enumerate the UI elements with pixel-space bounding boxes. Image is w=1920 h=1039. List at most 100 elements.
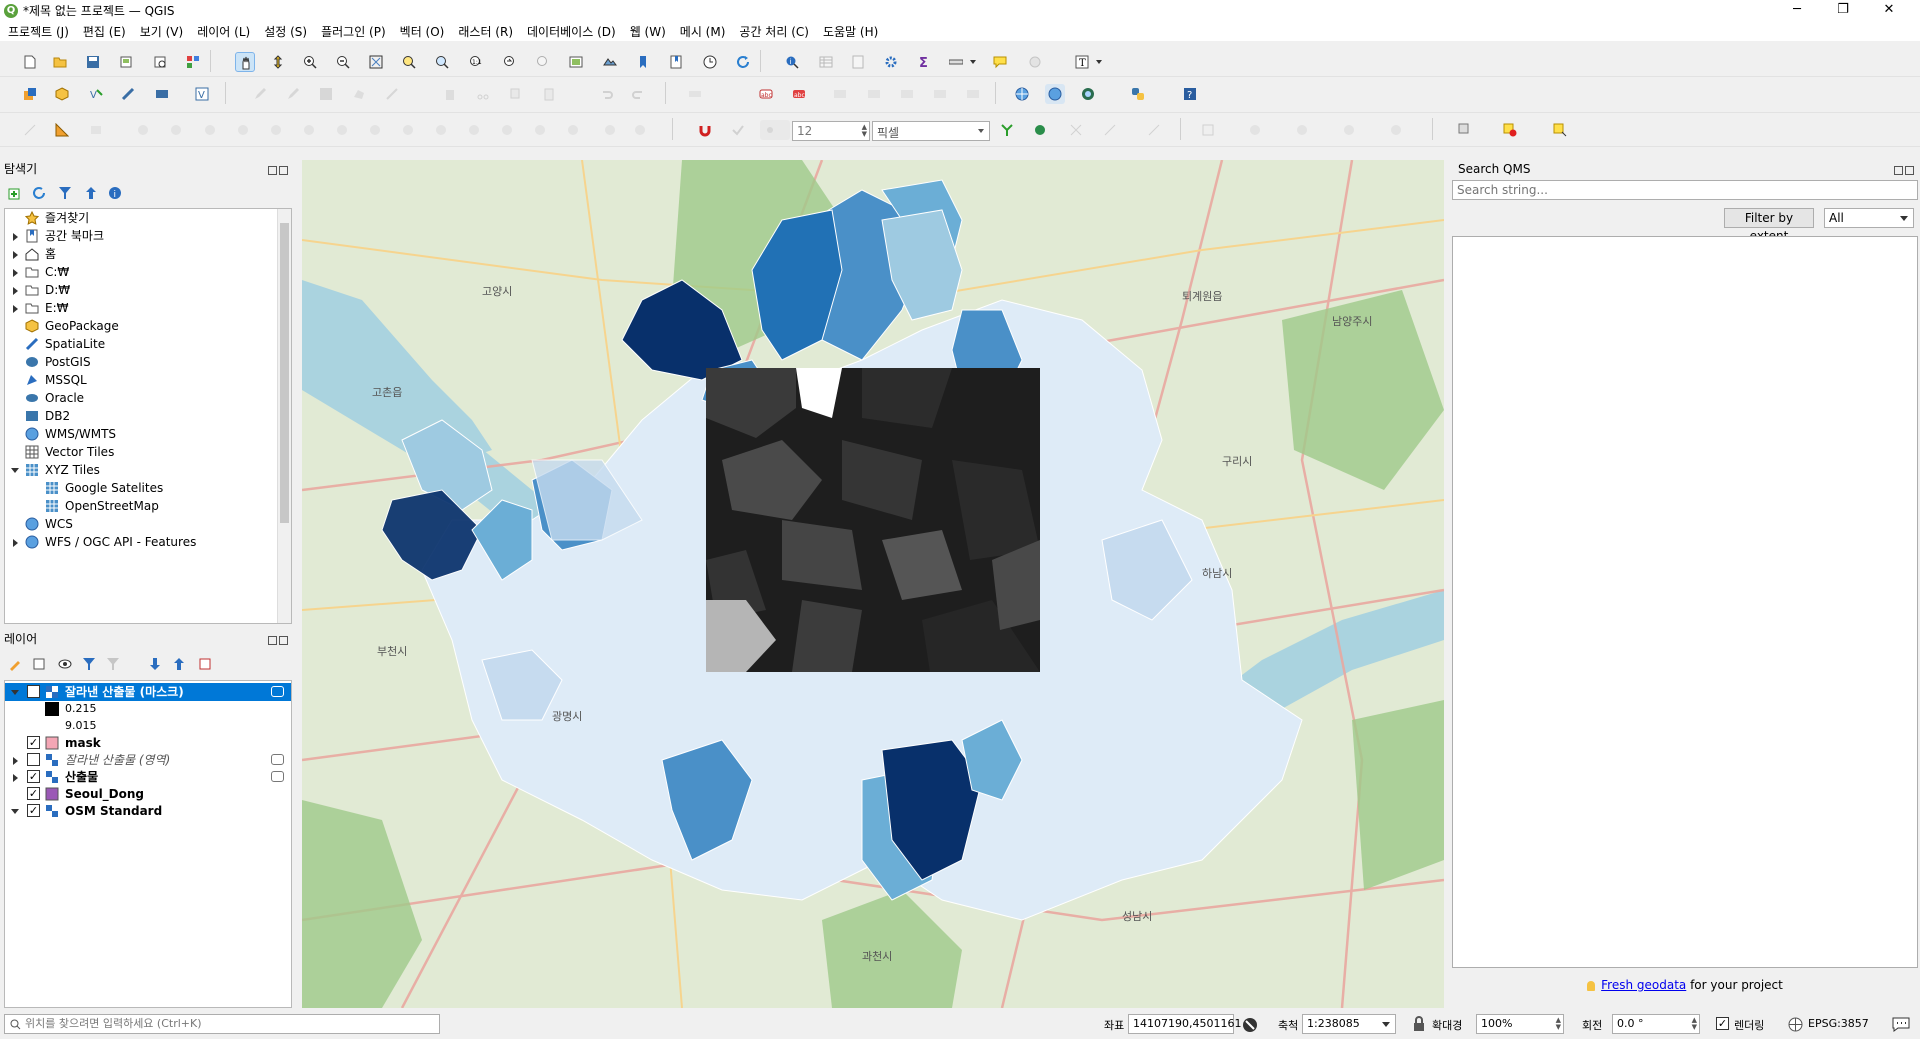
collapse-arrow-icon[interactable]	[11, 468, 19, 473]
pan-tool-button[interactable]	[235, 52, 255, 72]
layer-diagram-button[interactable]: abc	[789, 84, 809, 104]
layer-indicator-icon[interactable]	[271, 771, 284, 782]
zoom-full-button[interactable]	[366, 52, 386, 72]
undo-button[interactable]	[596, 84, 616, 104]
python-console-button[interactable]	[1128, 84, 1148, 104]
layer-visibility-checkbox[interactable]: ✓	[27, 770, 40, 783]
select-all-button[interactable]	[1386, 120, 1420, 140]
reshape-button[interactable]	[398, 120, 418, 140]
show-hide-labels-button[interactable]	[864, 84, 884, 104]
menu-settings[interactable]: 설정 (S)	[264, 23, 307, 40]
expand-arrow-icon[interactable]	[13, 305, 18, 313]
collapse-arrow-icon[interactable]	[11, 809, 19, 814]
browser-item[interactable]: DB2	[5, 407, 277, 425]
text-annotation-button[interactable]: T	[1072, 52, 1106, 72]
pan-to-selection-button[interactable]	[268, 52, 288, 72]
menu-help[interactable]: 도움말 (H)	[823, 23, 878, 40]
field-calculator-button[interactable]	[848, 52, 868, 72]
data-source-manager-button[interactable]	[20, 84, 40, 104]
scale-field[interactable]: 1:238085	[1302, 1014, 1396, 1034]
rotate-feature-button[interactable]	[166, 120, 186, 140]
browser-item[interactable]: WCS	[5, 515, 277, 533]
snapping-type-button[interactable]	[728, 120, 756, 140]
menu-mesh[interactable]: 메시 (M)	[680, 23, 726, 40]
select-location-button[interactable]	[1339, 120, 1373, 140]
layer-indicator-icon[interactable]	[271, 754, 284, 765]
delete-part-button[interactable]	[365, 120, 385, 140]
select-by-rectangle-button[interactable]	[1198, 120, 1232, 140]
spin-arrows-icon[interactable]: ▲ ▼	[1692, 1017, 1697, 1031]
collapse-all-icon[interactable]	[172, 657, 186, 671]
new-project-button[interactable]	[20, 52, 40, 72]
snap-unit-select[interactable]: 픽셀	[872, 121, 990, 141]
split-parts-button[interactable]	[497, 120, 517, 140]
message-log-icon[interactable]	[1892, 1016, 1910, 1032]
new-virtual-layer-button[interactable]	[152, 84, 172, 104]
temporal-controller-button[interactable]	[700, 52, 720, 72]
locator-search-input[interactable]: 위치를 찾으려면 입력하세요 (Ctrl+K)	[4, 1014, 440, 1034]
delete-selected-button[interactable]	[440, 84, 460, 104]
filter-legend-icon[interactable]	[82, 657, 96, 671]
filter-expression-icon[interactable]	[106, 657, 120, 671]
new-map-view-button[interactable]	[566, 52, 586, 72]
create-polygon-annotation-button[interactable]	[1500, 120, 1534, 140]
menu-raster[interactable]: 래스터 (R)	[458, 23, 513, 40]
maximize-button[interactable]: ❐	[1820, 0, 1866, 21]
rotation-spinbox[interactable]: 0.0 ° ▲ ▼	[1612, 1014, 1700, 1034]
close-panel-icon[interactable]	[1905, 166, 1914, 175]
expand-arrow-icon[interactable]	[13, 757, 18, 765]
browser-item[interactable]: MSSQL	[5, 371, 277, 389]
rotate-label-button[interactable]	[930, 84, 950, 104]
expand-all-icon[interactable]	[148, 657, 162, 671]
browser-item[interactable]: OpenStreetMap	[5, 497, 277, 515]
paste-features-button[interactable]	[539, 84, 559, 104]
crs-globe-icon[interactable]	[1788, 1017, 1803, 1032]
snap-intersection-button[interactable]	[1030, 120, 1050, 140]
layer-visibility-checkbox[interactable]	[27, 753, 40, 766]
new-print-layout-button[interactable]	[116, 52, 136, 72]
shape-digitize-button[interactable]	[86, 120, 120, 140]
float-icon[interactable]	[268, 636, 277, 645]
processing-toolbox-button[interactable]	[881, 52, 901, 72]
select-features-button[interactable]	[1025, 52, 1059, 72]
browser-item[interactable]: Google Satelites	[5, 479, 277, 497]
save-edits-button[interactable]	[316, 84, 336, 104]
layer-visibility-checkbox[interactable]: ✓	[27, 804, 40, 817]
close-panel-icon[interactable]	[279, 166, 288, 175]
zoom-in-button[interactable]	[300, 52, 320, 72]
add-part-button[interactable]	[266, 120, 286, 140]
browser-item[interactable]: SpatiaLite	[5, 335, 277, 353]
layer-styling-icon[interactable]	[8, 657, 22, 671]
select-by-value-button[interactable]	[1245, 120, 1279, 140]
legend-item[interactable]: 0.215	[5, 700, 291, 718]
layer-visibility-checkbox[interactable]: ✓	[27, 685, 40, 698]
geocoding-button[interactable]	[1012, 84, 1032, 104]
qms-search-input[interactable]	[1452, 180, 1918, 200]
new-scratch-layer-button[interactable]	[118, 84, 138, 104]
menu-database[interactable]: 데이터베이스 (D)	[527, 23, 616, 40]
browser-item[interactable]: WMS/WMTS	[5, 425, 277, 443]
filter-select[interactable]: All	[1824, 208, 1914, 228]
toggle-editing-button[interactable]	[283, 84, 303, 104]
menu-edit[interactable]: 편집 (E)	[83, 23, 126, 40]
expand-arrow-icon[interactable]	[13, 233, 18, 241]
expand-arrow-icon[interactable]	[13, 269, 18, 277]
close-button[interactable]: ✕	[1866, 0, 1912, 21]
layer-item[interactable]: ✓ 산출물	[5, 768, 291, 786]
zoom-native-button[interactable]: 1:1	[466, 52, 486, 72]
label-tool-button[interactable]	[685, 84, 705, 104]
legend-item[interactable]: 9.015	[5, 717, 291, 735]
new-bookmark-button[interactable]	[633, 52, 653, 72]
offset-curve-button[interactable]	[431, 120, 451, 140]
add-feature-button[interactable]	[349, 84, 369, 104]
manage-visibility-icon[interactable]	[58, 657, 72, 671]
new-geopackage-layer-button[interactable]	[52, 84, 72, 104]
browser-item[interactable]: Oracle	[5, 389, 277, 407]
zoom-last-button[interactable]	[500, 52, 520, 72]
dock-buttons[interactable]	[1894, 164, 1916, 176]
collapse-all-icon[interactable]	[84, 186, 98, 200]
menu-web[interactable]: 웹 (W)	[630, 23, 666, 40]
open-project-button[interactable]	[50, 52, 70, 72]
map-coordinate-button[interactable]	[1045, 84, 1065, 104]
snapping-layer-button[interactable]	[760, 120, 790, 140]
